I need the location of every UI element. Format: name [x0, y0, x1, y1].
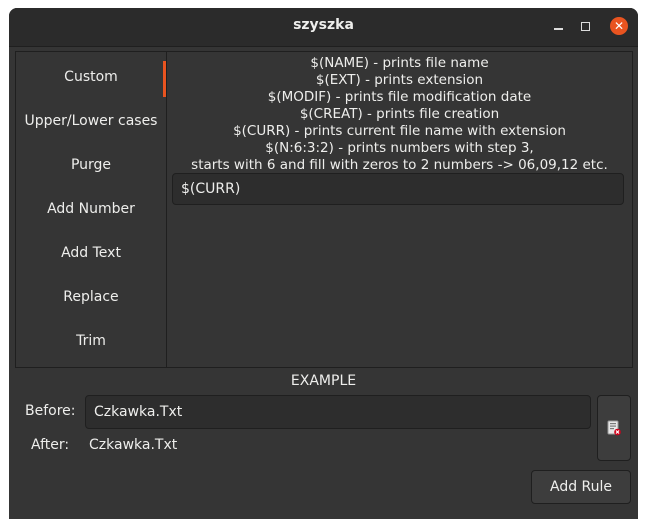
sidebar-item-upper-lower-cases[interactable]: Upper/Lower cases — [16, 99, 166, 143]
description-line: starts with 6 and fill with zeros to 2 n… — [191, 157, 608, 173]
maximize-button[interactable] — [577, 18, 593, 34]
close-button[interactable]: ✕ — [610, 17, 628, 35]
rule-sidebar: Custom Upper/Lower cases Purge Add Numbe… — [16, 52, 167, 367]
sidebar-item-label: Custom — [64, 69, 118, 85]
add-rule-button[interactable]: Add Rule — [531, 470, 631, 504]
update-example-button[interactable] — [597, 395, 631, 461]
close-icon: ✕ — [613, 19, 625, 33]
minimize-icon — [553, 28, 563, 30]
sidebar-item-purge[interactable]: Purge — [16, 143, 166, 187]
rules-panel: Custom Upper/Lower cases Purge Add Numbe… — [15, 51, 633, 368]
before-value: Czkawka.Txt — [94, 404, 183, 420]
title-bar[interactable]: szyszka ✕ — [9, 8, 638, 47]
description-line: $(N:6:3:2) - prints numbers with step 3, — [265, 140, 534, 156]
maximize-icon — [580, 21, 590, 31]
example-heading: EXAMPLE — [290, 373, 357, 389]
sidebar-item-custom[interactable]: Custom — [16, 55, 166, 99]
sidebar-item-label: Add Number — [47, 201, 135, 217]
window-title: szyszka — [293, 17, 354, 33]
after-label: After: — [31, 437, 70, 453]
sidebar-item-replace[interactable]: Replace — [16, 275, 166, 319]
description-line: $(MODIF) - prints file modification date — [267, 89, 532, 105]
sidebar-item-trim[interactable]: Trim — [16, 319, 166, 363]
sidebar-item-label: Add Text — [61, 245, 121, 261]
sidebar-item-label: Purge — [70, 157, 112, 173]
custom-pattern-value: $(CURR) — [181, 181, 241, 197]
sidebar-item-label: Replace — [63, 289, 119, 305]
sidebar-item-add-text[interactable]: Add Text — [16, 231, 166, 275]
before-input[interactable]: Czkawka.Txt — [85, 395, 591, 429]
sidebar-item-label: Upper/Lower cases — [24, 113, 158, 129]
custom-rule-content: $(NAME) - prints file name $(EXT) - prin… — [167, 52, 632, 367]
app-window: szyszka ✕ Custom Upper/Lower cases Purge… — [9, 8, 638, 519]
description-line: $(NAME) - prints file name — [310, 55, 489, 71]
description-line: $(CREAT) - prints file creation — [299, 106, 500, 122]
minimize-button[interactable] — [550, 18, 566, 34]
custom-pattern-input[interactable]: $(CURR) — [172, 173, 624, 205]
description-line: $(CURR) - prints current file name with … — [233, 123, 566, 139]
before-label: Before: — [25, 403, 76, 419]
custom-rule-description: $(NAME) - prints file name $(EXT) - prin… — [167, 55, 632, 174]
description-line: $(EXT) - prints extension — [315, 72, 484, 88]
sidebar-item-add-number[interactable]: Add Number — [16, 187, 166, 231]
sidebar-item-label: Trim — [76, 333, 106, 349]
after-value: Czkawka.Txt — [89, 437, 178, 453]
file-update-icon — [607, 420, 621, 436]
